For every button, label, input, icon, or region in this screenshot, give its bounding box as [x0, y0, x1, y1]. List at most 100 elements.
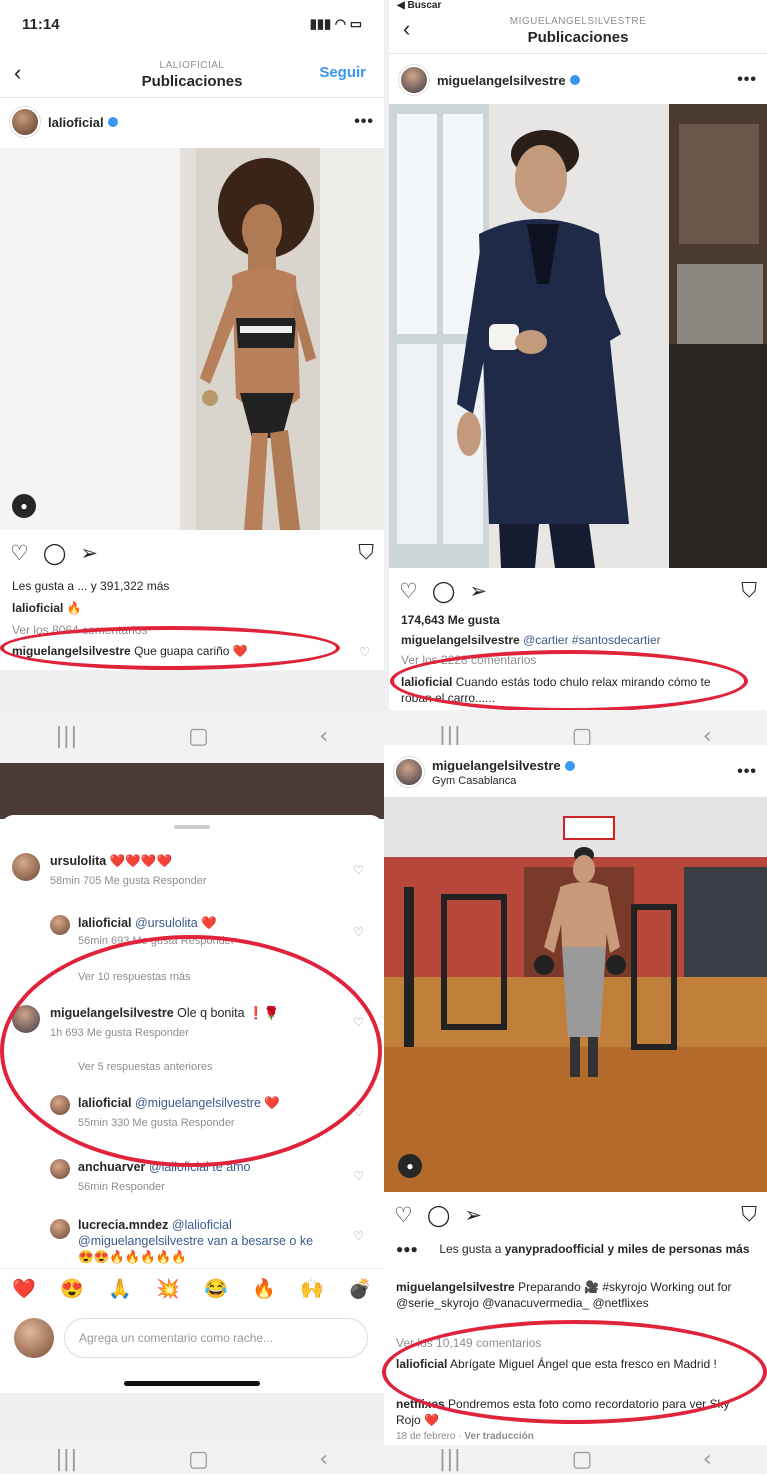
avatar[interactable] [394, 757, 424, 787]
more-options-icon[interactable]: ••• [737, 763, 757, 781]
comment-meta[interactable]: 55min 330 Me gusta Responder [78, 1117, 235, 1129]
comment-like-icon[interactable]: ♡ [359, 645, 370, 659]
likes-count[interactable]: 174,643 Me gusta [401, 612, 757, 628]
home-indicator[interactable] [124, 1381, 260, 1386]
view-previous-replies[interactable]: Ver 5 respuestas anteriores [78, 1061, 213, 1073]
emoji-bomb[interactable]: 💣 [348, 1277, 372, 1301]
comment-username[interactable]: lalioficial [78, 916, 132, 930]
post-username[interactable]: lalioficial [48, 115, 104, 130]
follow-button[interactable]: Seguir [319, 64, 366, 81]
more-options-icon[interactable]: ••• [737, 71, 757, 89]
comment-text: @miguelangelsilvestre ❤️ [134, 1096, 280, 1110]
back-nav-icon[interactable]: ‹ [703, 1447, 712, 1472]
comment-username[interactable]: lucrecia.mndez [78, 1218, 168, 1232]
comment-like-icon[interactable]: ♡ [353, 863, 364, 877]
home-icon[interactable]: ▢ [572, 1447, 593, 1472]
post-header: lalioficial ••• [0, 100, 384, 144]
post-actions: ♡ ◯ ➢ ⛉ [10, 538, 374, 568]
save-icon[interactable]: ⛉ [741, 1203, 757, 1227]
comment-icon[interactable]: ◯ [427, 1203, 451, 1228]
avatar[interactable] [50, 1095, 70, 1115]
post-photo[interactable]: ● [384, 797, 767, 1192]
home-icon[interactable]: ▢ [188, 1447, 209, 1472]
comment-text: Pondremos esta foto como recordatorio pa… [396, 1397, 730, 1427]
avatar[interactable] [50, 1219, 70, 1239]
recent-apps-icon[interactable]: ||| [439, 1447, 461, 1472]
comment-body: ursulolita ❤️❤️❤️❤️ [50, 853, 172, 869]
comment-username[interactable]: lalioficial [78, 1096, 132, 1110]
comment-username[interactable]: netflixes [396, 1397, 445, 1411]
emoji-raised-hands[interactable]: 🙌 [300, 1277, 324, 1301]
comment-like-icon[interactable]: ♡ [353, 1015, 364, 1029]
avatar[interactable] [399, 65, 429, 95]
view-more-replies[interactable]: Ver 10 respuestas más [78, 971, 191, 983]
view-comments-link[interactable]: Ver los 10,149 comentarios [396, 1335, 757, 1351]
highlighted-comment: miguelangelsilvestre Que guapa cariño ❤️ [12, 643, 374, 659]
post-header-text: miguelangelsilvestre Gym Casablanca [432, 757, 575, 787]
back-nav-icon[interactable]: ‹ [319, 1447, 328, 1472]
post-location[interactable]: Gym Casablanca [432, 775, 575, 787]
like-icon[interactable]: ♡ [10, 541, 29, 566]
view-comments-link[interactable]: Ver los 2228 comentarios [401, 652, 757, 668]
recent-apps-icon[interactable]: ||| [55, 724, 77, 749]
comment-meta[interactable]: 56min 693 Me gusta Responder [78, 935, 235, 947]
emoji-fire[interactable]: 🔥 [252, 1277, 276, 1301]
avatar[interactable] [12, 853, 40, 881]
avatar[interactable] [12, 1005, 40, 1033]
caption-text[interactable]: @cartier #santosdecartier [523, 633, 661, 647]
comment-text: Que guapa cariño ❤️ [134, 644, 248, 658]
verified-icon [564, 760, 575, 771]
avatar[interactable] [50, 915, 70, 935]
likes-line[interactable]: ●●● Les gusta a yanypradoofficial y mile… [396, 1241, 757, 1257]
comment-like-icon[interactable]: ♡ [353, 1169, 364, 1183]
emoji-heart-eyes[interactable]: 😍 [60, 1277, 84, 1301]
comment-like-icon[interactable]: ♡ [353, 1229, 364, 1243]
save-icon[interactable]: ⛉ [358, 541, 374, 565]
recent-apps-icon[interactable]: ||| [55, 1447, 77, 1472]
comment-meta[interactable]: 1h 693 Me gusta Responder [50, 1027, 189, 1039]
share-icon[interactable]: ➢ [469, 579, 487, 604]
comment-icon[interactable]: ◯ [43, 541, 67, 566]
more-options-icon[interactable]: ••• [354, 113, 374, 131]
post-username[interactable]: miguelangelsilvestre [437, 73, 566, 88]
page-header: ‹ LALIOFICIAL Publicaciones Seguir [0, 52, 384, 98]
caption-username[interactable]: miguelangelsilvestre [396, 1280, 515, 1294]
like-icon[interactable]: ♡ [394, 1203, 413, 1228]
like-icon[interactable]: ♡ [399, 579, 418, 604]
caption-username[interactable]: miguelangelsilvestre [401, 633, 520, 647]
share-icon[interactable]: ➢ [464, 1203, 482, 1228]
emoji-boom[interactable]: 💥 [156, 1277, 180, 1301]
emoji-joy[interactable]: 😂 [204, 1277, 228, 1301]
likes-user[interactable]: yanypradoofficial [505, 1242, 604, 1256]
share-icon[interactable]: ➢ [80, 541, 98, 566]
comment-like-icon[interactable]: ♡ [353, 1105, 364, 1119]
likes-count[interactable]: Les gusta a ... y 391,322 más [12, 578, 374, 594]
comment-username[interactable]: lalioficial [396, 1357, 447, 1371]
comment-meta[interactable]: 56min Responder [78, 1181, 165, 1193]
comment-username[interactable]: ursulolita [50, 854, 106, 868]
comment-username[interactable]: lalioficial [401, 675, 452, 689]
comment-username[interactable]: miguelangelsilvestre [50, 1006, 174, 1020]
view-comments-link[interactable]: Ver los 8064 comentarios [12, 622, 374, 638]
translate-link[interactable]: Ver traducción [464, 1431, 533, 1442]
comment-username[interactable]: miguelangelsilvestre [12, 644, 131, 658]
caption-username[interactable]: lalioficial [12, 601, 63, 615]
comment-input[interactable]: Agrega un comentario como rache... [64, 1318, 368, 1358]
emoji-pray[interactable]: 🙏 [108, 1277, 132, 1301]
tagged-people-icon[interactable]: ● [398, 1154, 422, 1178]
post-username[interactable]: miguelangelsilvestre [432, 758, 561, 773]
home-icon[interactable]: ▢ [188, 724, 209, 749]
post-photo[interactable] [389, 104, 767, 568]
sheet-handle[interactable] [174, 825, 210, 829]
tagged-people-icon[interactable]: ● [12, 494, 36, 518]
comment-like-icon[interactable]: ♡ [353, 925, 364, 939]
back-nav-icon[interactable]: ‹ [319, 724, 328, 749]
emoji-heart[interactable]: ❤️ [12, 1277, 36, 1301]
comment-icon[interactable]: ◯ [432, 579, 456, 604]
comment-meta[interactable]: 58min 705 Me gusta Responder [50, 875, 207, 887]
comment-username[interactable]: anchuarver [78, 1160, 145, 1174]
avatar[interactable] [50, 1159, 70, 1179]
save-icon[interactable]: ⛉ [741, 579, 757, 603]
avatar[interactable] [10, 107, 40, 137]
post-photo[interactable]: ● [0, 148, 384, 530]
